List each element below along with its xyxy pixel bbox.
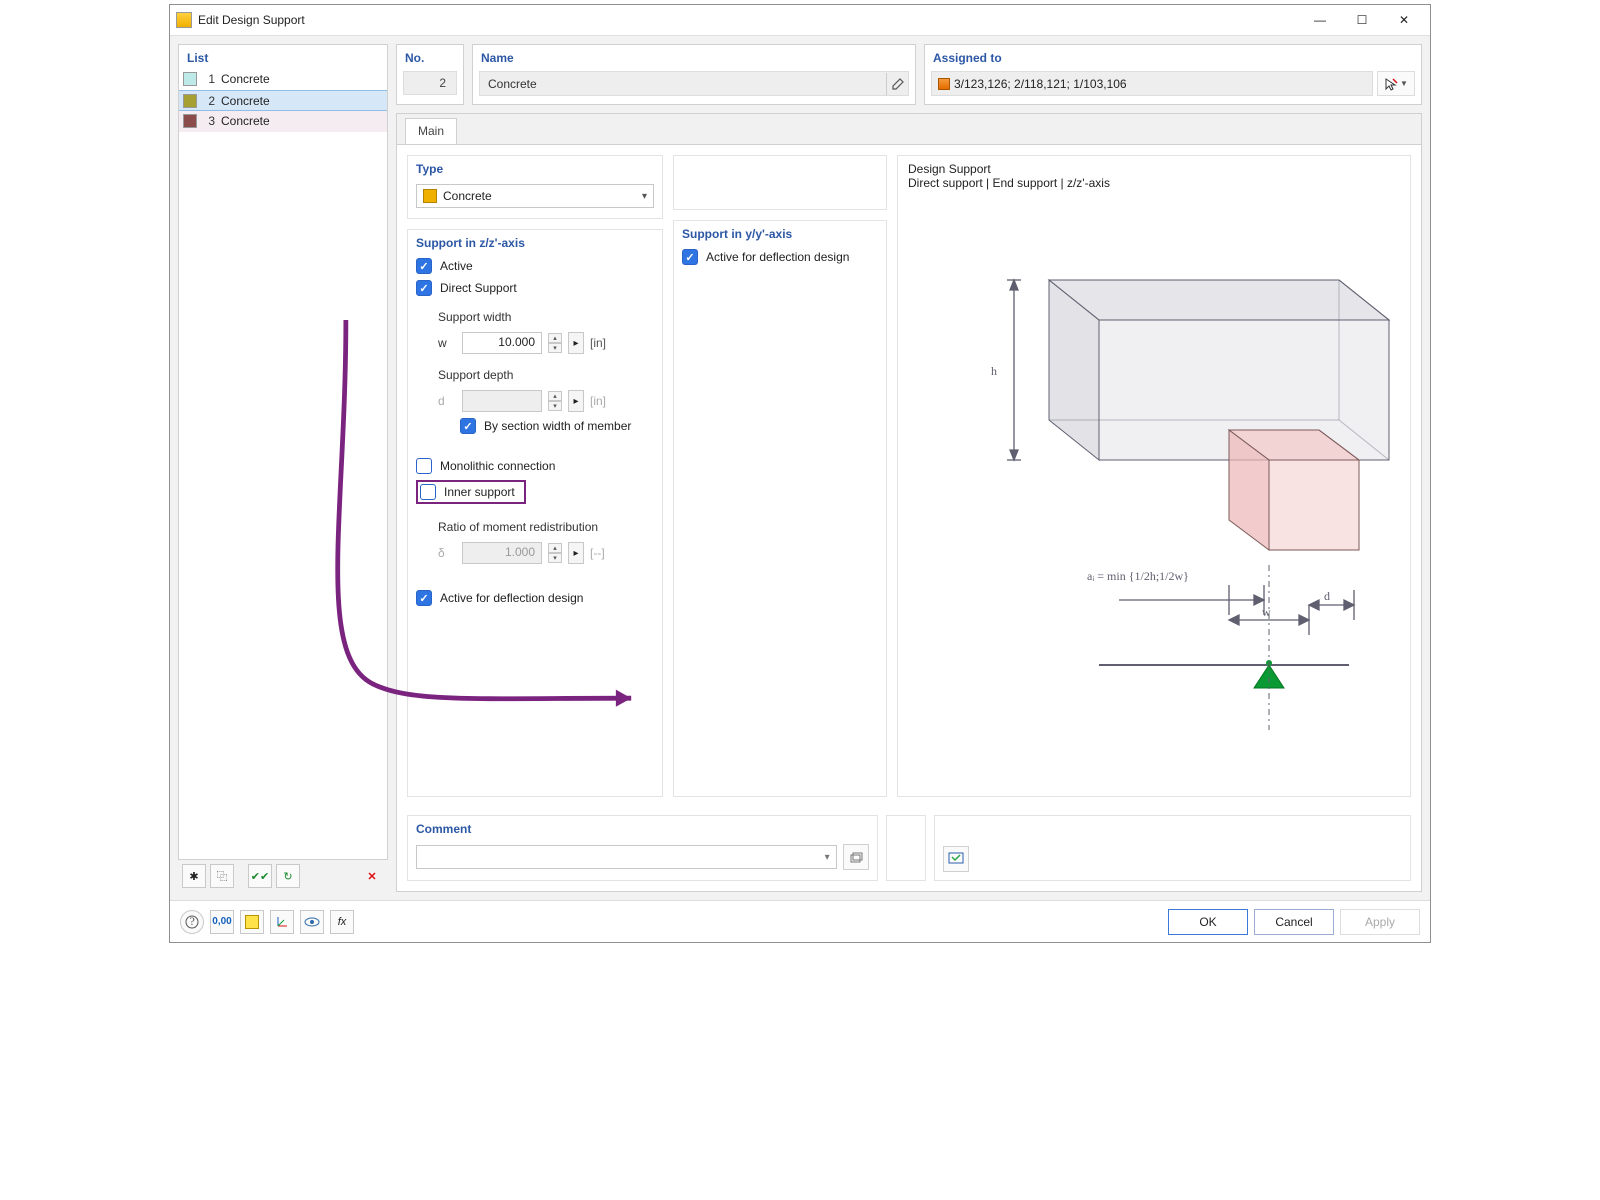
help-button[interactable]: ? <box>180 910 204 934</box>
cursor-icon <box>1384 77 1398 91</box>
spinner[interactable]: ▴▾ <box>548 333 562 353</box>
list-item[interactable]: 3 Concrete <box>179 111 387 132</box>
svg-text:?: ? <box>190 915 195 928</box>
refresh-button[interactable]: ↻ <box>276 864 300 888</box>
minimize-button[interactable]: — <box>1306 9 1334 31</box>
check-all-button[interactable]: ✔✔ <box>248 864 272 888</box>
fx-button[interactable]: fx <box>330 910 354 934</box>
spinner: ▴▾ <box>548 543 562 563</box>
swatch-icon <box>183 72 197 86</box>
eye-icon <box>304 916 320 928</box>
view-button[interactable] <box>300 910 324 934</box>
support-zz-group: Support in z/z'-axis ✓Active ✓Direct Sup… <box>407 229 663 797</box>
svg-text:aᵢ = min {1/2h;1/2w}: aᵢ = min {1/2h;1/2w} <box>1087 569 1189 583</box>
inner-support-checkbox[interactable]: Inner support <box>420 484 515 500</box>
comment-input[interactable]: ▾ <box>416 845 837 869</box>
list-item[interactable]: 1 Concrete <box>179 69 387 90</box>
support-yy-group: Support in y/y'-axis ✓Active for deflect… <box>673 220 887 797</box>
spacer-group <box>673 155 887 210</box>
value-menu-button: ▸ <box>568 390 584 412</box>
stack-icon <box>849 850 863 864</box>
axes-icon <box>275 915 289 929</box>
list-item[interactable]: 2 Concrete <box>179 90 387 111</box>
chevron-down-icon: ▾ <box>819 852 836 863</box>
list-panel: List 1 Concrete 2 Concrete 3 <box>178 44 388 860</box>
delete-button[interactable]: ✕ <box>360 864 384 888</box>
active-deflection-yy-checkbox[interactable]: ✓Active for deflection design <box>682 249 878 265</box>
support-depth-input <box>462 390 542 412</box>
type-select[interactable]: Concrete ▾ <box>416 184 654 208</box>
app-icon <box>176 12 192 28</box>
direct-support-checkbox[interactable]: ✓Direct Support <box>416 280 654 296</box>
number-panel: No. 2 <box>396 44 464 105</box>
assigned-panel: Assigned to 3/123,126; 2/118,121; 1/103,… <box>924 44 1422 105</box>
support-width-input[interactable]: 10.000 <box>462 332 542 354</box>
assigned-field[interactable]: 3/123,126; 2/118,121; 1/103,106 <box>931 71 1373 96</box>
display-icon <box>948 851 964 867</box>
units-button[interactable]: 0,00 <box>210 910 234 934</box>
swatch-icon <box>183 114 197 128</box>
chevron-down-icon: ▾ <box>642 191 647 202</box>
spinner: ▴▾ <box>548 391 562 411</box>
preview-panel: Design Support Direct support | End supp… <box>897 155 1411 797</box>
new-button[interactable]: ✱ <box>182 864 206 888</box>
help-icon: ? <box>185 915 199 929</box>
svg-text:d: d <box>1324 589 1330 603</box>
list-toolbar: ✱ ⿻ ✔✔ ↻ ✕ <box>178 860 388 892</box>
value-menu-button[interactable]: ▸ <box>568 332 584 354</box>
monolithic-checkbox[interactable]: Monolithic connection <box>416 458 654 474</box>
ok-button[interactable]: OK <box>1168 909 1248 935</box>
svg-text:h: h <box>991 364 997 378</box>
type-group: Type Concrete ▾ <box>407 155 663 219</box>
comment-group: Comment ▾ <box>407 815 878 881</box>
dialog-footer: ? 0,00 fx OK Cancel Apply <box>170 900 1430 942</box>
value-menu-button: ▸ <box>568 542 584 564</box>
number-value: 2 <box>403 71 457 95</box>
view-settings-button[interactable] <box>943 846 969 872</box>
close-button[interactable]: ✕ <box>1390 9 1418 31</box>
maximize-button[interactable]: ☐ <box>1348 9 1376 31</box>
edit-name-button[interactable] <box>886 73 908 95</box>
delta-input: 1.000 <box>462 542 542 564</box>
pick-in-view-button[interactable]: ▼ <box>1377 71 1415 96</box>
swatch-icon <box>183 94 197 108</box>
cancel-button[interactable]: Cancel <box>1254 909 1334 935</box>
active-checkbox[interactable]: ✓Active <box>416 258 654 274</box>
member-icon <box>938 78 950 90</box>
inner-support-highlight: Inner support <box>416 480 526 504</box>
titlebar: Edit Design Support — ☐ ✕ <box>170 5 1430 35</box>
coord-button[interactable] <box>270 910 294 934</box>
name-value: Concrete <box>480 77 886 91</box>
diagram-svg: h aᵢ = min {1/2h;1/2w} <box>908 190 1400 750</box>
color-button[interactable] <box>240 910 264 934</box>
active-deflection-zz-checkbox[interactable]: ✓Active for deflection design <box>416 590 654 606</box>
swatch-icon <box>245 915 259 929</box>
copy-button[interactable]: ⿻ <box>210 864 234 888</box>
spacer-group <box>886 815 926 881</box>
window-title: Edit Design Support <box>198 13 305 27</box>
swatch-icon <box>423 189 437 203</box>
tab-main[interactable]: Main <box>405 118 457 144</box>
by-section-checkbox[interactable]: ✓By section width of member <box>460 418 654 434</box>
list-header: List <box>179 45 387 69</box>
svg-text:w: w <box>1262 605 1271 619</box>
comment-library-button[interactable] <box>843 844 869 870</box>
dialog-window: Edit Design Support — ☐ ✕ List 1 Concret… <box>169 4 1431 943</box>
preview-tools-group <box>934 815 1411 881</box>
name-panel: Name Concrete <box>472 44 916 105</box>
apply-button: Apply <box>1340 909 1420 935</box>
